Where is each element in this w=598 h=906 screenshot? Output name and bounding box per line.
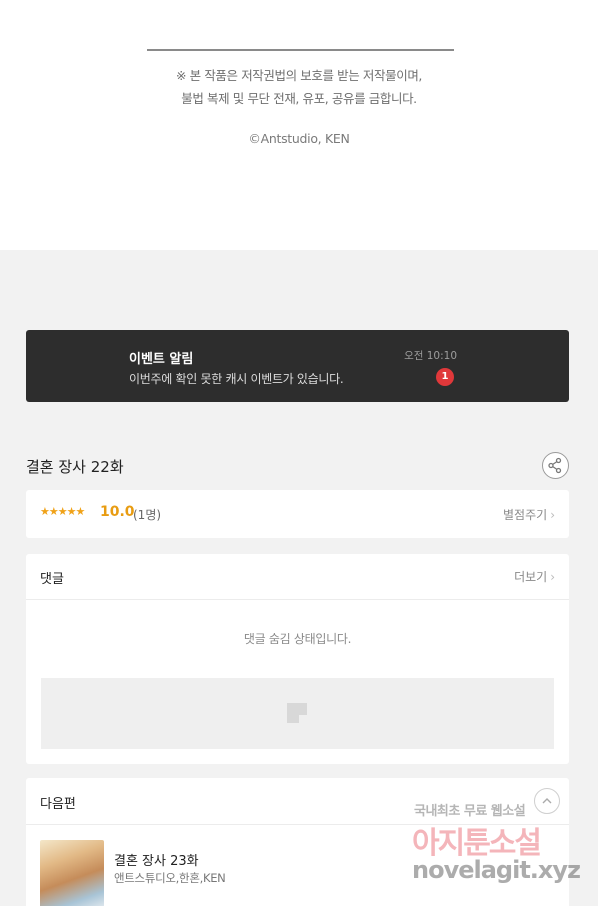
comments-card: 댓글 더보기 › 댓글 숨김 상태입니다. bbox=[26, 554, 569, 764]
rating-count: (1명) bbox=[133, 508, 162, 522]
event-title: 이벤트 알림 bbox=[129, 352, 194, 367]
share-button[interactable] bbox=[542, 452, 569, 479]
comments-hidden-message: 댓글 숨김 상태입니다. bbox=[243, 632, 352, 646]
comments-more-button[interactable]: 더보기 › bbox=[514, 568, 555, 585]
copyright-text: ©Antstudio, KEN bbox=[248, 131, 350, 146]
event-count-badge: 1 bbox=[436, 368, 454, 386]
next-episode-card: 다음편 결혼 장사 23화 앤트스튜디오,한혼,KEN bbox=[26, 778, 569, 906]
comments-header: 댓글 더보기 › bbox=[26, 554, 569, 600]
divider bbox=[147, 49, 454, 51]
next-episode-header: 다음편 bbox=[26, 778, 569, 825]
notice-line-1: ※ 본 작품은 저작권법의 보호를 받는 저작물이며, bbox=[176, 68, 422, 83]
episode-title: 결혼 장사 22화 bbox=[26, 458, 124, 476]
chevron-right-icon: › bbox=[550, 508, 555, 522]
rating-stars: ★★★★★ bbox=[40, 505, 85, 518]
chevron-up-icon bbox=[542, 798, 552, 804]
rate-button[interactable]: 별점주기 › bbox=[503, 506, 555, 523]
scroll-top-button[interactable] bbox=[534, 788, 560, 814]
copyright-notice: ※ 본 작품은 저작권법의 보호를 받는 저작물이며, 불법 복제 및 무단 전… bbox=[0, 64, 598, 110]
share-icon bbox=[548, 457, 562, 474]
notice-line-2: 불법 복제 및 무단 전재, 유포, 공유를 금합니다. bbox=[181, 91, 417, 106]
comments-more-label: 더보기 bbox=[514, 570, 548, 584]
next-episode-authors: 앤트스튜디오,한혼,KEN bbox=[114, 871, 226, 885]
rate-button-label: 별점주기 bbox=[503, 508, 548, 522]
rating-score: 10.0 bbox=[100, 504, 135, 520]
event-time: 오전 10:10 bbox=[404, 350, 457, 362]
image-placeholder-icon bbox=[287, 703, 307, 723]
event-notification-banner[interactable]: 이벤트 알림 이번주에 확인 못한 캐시 이벤트가 있습니다. 오전 10:10… bbox=[26, 330, 569, 402]
next-episode-title[interactable]: 결혼 장사 23화 bbox=[114, 850, 199, 869]
event-message: 이번주에 확인 못한 캐시 이벤트가 있습니다. bbox=[129, 372, 344, 386]
comments-label: 댓글 bbox=[40, 572, 64, 587]
next-episode-label: 다음편 bbox=[40, 797, 76, 812]
next-episode-thumbnail[interactable] bbox=[40, 840, 104, 906]
chevron-right-icon: › bbox=[550, 570, 555, 584]
copyright-section: ※ 본 작품은 저작권법의 보호를 받는 저작물이며, 불법 복제 및 무단 전… bbox=[0, 0, 598, 250]
rating-card: ★★★★★ 10.0 (1명) 별점주기 › bbox=[26, 490, 569, 538]
ad-placeholder[interactable] bbox=[41, 678, 554, 749]
